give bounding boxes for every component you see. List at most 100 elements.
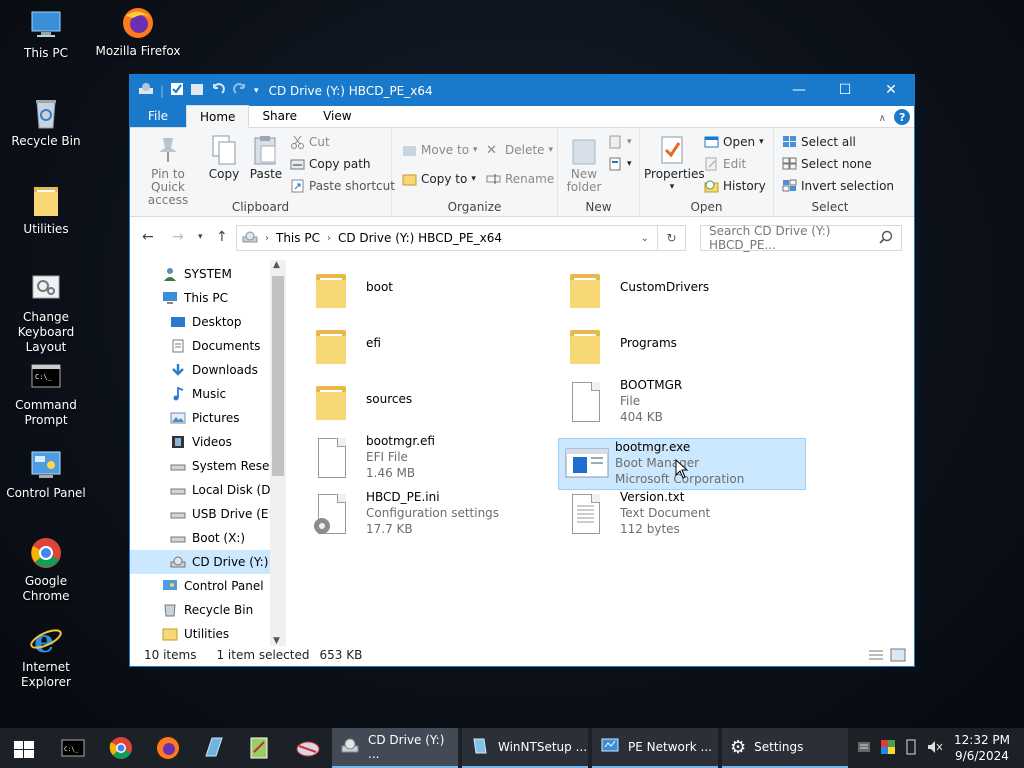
file-item-selected[interactable]: bootmgr.exe Boot Manager Microsoft Corpo… xyxy=(558,438,806,490)
file-item[interactable]: sources xyxy=(308,376,556,428)
search-input[interactable]: Search CD Drive (Y:) HBCD_PE... xyxy=(700,224,902,252)
address-dropdown-icon[interactable]: ⌄ xyxy=(641,233,649,244)
up-arrow-icon[interactable]: ↑ xyxy=(216,229,228,245)
scrollbar-thumb[interactable] xyxy=(272,276,284,476)
select-none-button[interactable]: Select none xyxy=(782,154,872,174)
nav-item-usb-drive-e[interactable]: USB Drive (E:) xyxy=(170,502,277,526)
desktop-icon-utilities[interactable]: Utilities xyxy=(0,184,92,237)
nav-item-control-panel[interactable]: Control Panel xyxy=(162,574,264,598)
taskbar-task-settings[interactable]: ⚙ Settings xyxy=(722,728,848,768)
large-icons-view-icon[interactable] xyxy=(890,648,906,665)
tray-color-icon[interactable] xyxy=(880,739,896,758)
nav-item-system-reserved[interactable]: System Reserve xyxy=(170,454,286,478)
copy-path-button[interactable]: Copy path xyxy=(290,154,371,174)
help-icon[interactable]: ? xyxy=(894,109,910,128)
notepad-taskbar-icon[interactable] xyxy=(246,734,274,762)
cut-button[interactable]: Cut xyxy=(290,132,330,152)
customize-qat-icon[interactable]: ▾ xyxy=(254,86,259,96)
desktop-icon-google-chrome[interactable]: Google Chrome xyxy=(0,536,92,604)
tray-app-icon[interactable] xyxy=(856,739,872,758)
nav-item-utilities[interactable]: Utilities xyxy=(162,622,229,646)
open-button[interactable]: Open ▾ xyxy=(704,132,764,152)
undo-icon[interactable] xyxy=(210,82,226,99)
breadcrumb-this-pc[interactable]: This PC xyxy=(276,231,320,245)
nav-item-boot-x[interactable]: Boot (X:) xyxy=(170,526,245,550)
nav-item-system[interactable]: SYSTEM xyxy=(162,262,232,286)
nav-item-this-pc[interactable]: This PC xyxy=(162,286,228,310)
tab-view[interactable]: View xyxy=(310,105,364,127)
paste-shortcut-button[interactable]: Paste shortcut xyxy=(290,176,395,196)
collapse-ribbon-icon[interactable]: ∧ xyxy=(879,113,886,124)
refresh-button[interactable]: ↻ xyxy=(658,225,686,251)
forward-arrow-icon[interactable]: → xyxy=(172,229,184,245)
start-button[interactable] xyxy=(12,734,40,762)
nav-item-music[interactable]: Music xyxy=(170,382,226,406)
file-item[interactable]: boot xyxy=(308,264,556,316)
tab-home[interactable]: Home xyxy=(186,105,250,128)
nav-item-pictures[interactable]: Pictures xyxy=(170,406,240,430)
address-bar[interactable]: › This PC › CD Drive (Y:) HBCD_PE_x64 ⌄ xyxy=(236,225,658,251)
desktop-icon-firefox[interactable]: Mozilla Firefox xyxy=(92,6,184,59)
details-view-icon[interactable] xyxy=(868,648,884,665)
desktop-icon-control-panel[interactable]: Control Panel xyxy=(0,448,92,501)
app-taskbar-icon[interactable] xyxy=(200,734,228,762)
nav-item-cd-drive-y[interactable]: CD Drive (Y:) H xyxy=(130,550,281,574)
redo-icon[interactable] xyxy=(232,82,248,99)
usb-tray-icon[interactable] xyxy=(904,739,918,758)
easy-access-button[interactable]: ▾ xyxy=(608,154,632,174)
clock[interactable]: 12:32 PM 9/6/2024 xyxy=(950,732,1014,764)
tool-taskbar-icon[interactable] xyxy=(294,734,322,762)
breadcrumb-cd-drive[interactable]: CD Drive (Y:) HBCD_PE_x64 xyxy=(338,231,502,245)
taskbar-task-winntsetup[interactable]: WinNTSetup ... xyxy=(462,728,588,768)
file-item[interactable]: BOOTMGR File 404 KB xyxy=(562,376,810,428)
navigation-scrollbar[interactable]: ▲ ▼ xyxy=(270,260,286,646)
pin-quick-access-button[interactable]: Pin to Quick access xyxy=(136,134,200,207)
nav-item-desktop[interactable]: Desktop xyxy=(170,310,242,334)
desktop-icon-change-keyboard-layout[interactable]: Change Keyboard Layout xyxy=(0,272,92,355)
desktop-icon-this-pc[interactable]: This PC xyxy=(0,8,92,61)
file-item[interactable]: HBCD_PE.ini Configuration settings 17.7 … xyxy=(308,488,556,540)
new-item-button[interactable]: ▾ xyxy=(608,132,632,152)
copy-to-button[interactable]: Copy to ▾ xyxy=(402,169,476,189)
tab-file[interactable]: File xyxy=(130,105,186,127)
file-item[interactable]: CustomDrivers xyxy=(562,264,810,316)
edit-button[interactable]: Edit xyxy=(704,154,746,174)
taskbar-task-cd-drive[interactable]: CD Drive (Y:) ... xyxy=(332,728,458,768)
properties-qat-icon[interactable] xyxy=(170,82,184,99)
delete-button[interactable]: ✕ Delete ▾ xyxy=(486,140,553,160)
chrome-taskbar-icon[interactable] xyxy=(108,734,136,762)
tab-share[interactable]: Share xyxy=(249,105,310,127)
scroll-up-icon[interactable]: ▲ xyxy=(273,260,280,270)
maximize-button[interactable]: ☐ xyxy=(822,75,868,105)
firefox-taskbar-icon[interactable] xyxy=(154,734,182,762)
file-item[interactable]: bootmgr.efi EFI File 1.46 MB xyxy=(308,432,556,484)
new-folder-button[interactable]: New folder xyxy=(564,134,604,194)
copy-button[interactable]: Copy xyxy=(204,134,244,181)
history-button[interactable]: History xyxy=(704,176,766,196)
minimize-button[interactable]: — xyxy=(776,75,822,105)
desktop-icon-command-prompt[interactable]: C:\_ Command Prompt xyxy=(0,360,92,428)
file-item[interactable]: Programs xyxy=(562,320,810,372)
invert-selection-button[interactable]: Invert selection xyxy=(782,176,894,196)
taskbar-task-pe-network[interactable]: PE Network ... xyxy=(592,728,718,768)
recent-locations-icon[interactable]: ▾ xyxy=(198,232,203,242)
paste-button[interactable]: Paste xyxy=(246,134,286,181)
file-item[interactable]: Version.txt Text Document 112 bytes xyxy=(562,488,810,540)
desktop-icon-recycle-bin[interactable]: Recycle Bin xyxy=(0,96,92,149)
close-button[interactable]: ✕ xyxy=(868,75,914,105)
desktop-icon-internet-explorer[interactable]: e Internet Explorer xyxy=(0,622,92,690)
nav-item-downloads[interactable]: Downloads xyxy=(170,358,258,382)
nav-item-videos[interactable]: Videos xyxy=(170,430,232,454)
command-prompt-taskbar-icon[interactable]: C:\_ xyxy=(60,734,88,762)
nav-item-documents[interactable]: Documents xyxy=(170,334,260,358)
rename-button[interactable]: Rename xyxy=(486,169,554,189)
properties-button[interactable]: Properties ▾ xyxy=(644,134,705,194)
nav-item-recycle-bin[interactable]: Recycle Bin xyxy=(162,598,253,622)
move-to-button[interactable]: Move to ▾ xyxy=(402,140,478,160)
volume-muted-icon[interactable] xyxy=(926,739,944,758)
file-item[interactable]: efi xyxy=(308,320,556,372)
back-arrow-icon[interactable]: ← xyxy=(142,229,154,245)
new-folder-qat-icon[interactable] xyxy=(190,82,204,99)
select-all-button[interactable]: Select all xyxy=(782,132,856,152)
nav-item-local-disk-d[interactable]: Local Disk (D:) xyxy=(170,478,279,502)
